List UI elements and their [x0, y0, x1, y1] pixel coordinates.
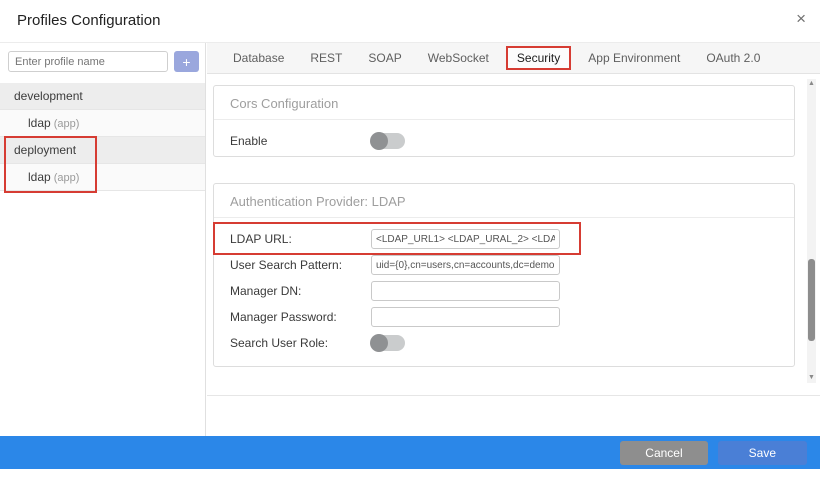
ldap-url-label: LDAP URL:: [230, 232, 371, 246]
manager-dn-row: Manager DN:: [230, 278, 778, 304]
sidebar-item-deployment[interactable]: deployment: [0, 137, 205, 164]
ldap-provider-section: Authentication Provider: LDAP LDAP URL: …: [213, 183, 795, 367]
tab-oauth[interactable]: OAuth 2.0: [693, 51, 773, 65]
cancel-button[interactable]: Cancel: [620, 441, 707, 465]
sidebar-item-development[interactable]: development: [0, 83, 205, 110]
sidebar-item-ldap-deployment[interactable]: ldap(app): [0, 164, 205, 191]
sidebar-item-ldap-development[interactable]: ldap(app): [0, 110, 205, 137]
sidebar-item-suffix: (app): [54, 172, 80, 184]
tab-database[interactable]: Database: [220, 51, 297, 65]
sidebar-item-suffix: (app): [54, 118, 80, 130]
profiles-sidebar: + development ldap(app) deployment ldap(…: [0, 43, 206, 437]
scroll-up-icon[interactable]: ▲: [807, 79, 816, 89]
cors-enable-toggle[interactable]: [371, 133, 405, 149]
scroll-down-icon[interactable]: ▼: [807, 373, 816, 383]
save-button[interactable]: Save: [718, 441, 807, 465]
ldap-url-row: LDAP URL:: [230, 226, 778, 252]
manager-password-label: Manager Password:: [230, 310, 371, 324]
manager-password-row: Manager Password:: [230, 304, 778, 330]
ldap-section-title: Authentication Provider: LDAP: [214, 184, 794, 218]
sidebar-item-label: development: [14, 89, 83, 103]
cors-enable-label: Enable: [230, 134, 371, 148]
cors-section-title: Cors Configuration: [214, 86, 794, 120]
user-search-pattern-row: User Search Pattern:: [230, 252, 778, 278]
tab-websocket[interactable]: WebSocket: [415, 51, 502, 65]
tab-security[interactable]: Security: [506, 46, 571, 70]
manager-dn-input[interactable]: [371, 281, 560, 301]
toggle-knob: [370, 132, 388, 150]
cors-configuration-section: Cors Configuration Enable: [213, 85, 795, 157]
scrollbar-thumb[interactable]: [808, 259, 815, 341]
configuration-tabbar: Database REST SOAP WebSocket Security Ap…: [207, 43, 820, 74]
tab-soap[interactable]: SOAP: [355, 51, 414, 65]
search-user-role-row: Search User Role:: [230, 330, 778, 356]
search-user-role-label: Search User Role:: [230, 336, 371, 350]
manager-dn-label: Manager DN:: [230, 284, 371, 298]
add-profile-button[interactable]: +: [174, 51, 199, 72]
content-scrollbar[interactable]: ▲ ▼: [807, 79, 816, 383]
manager-password-input[interactable]: [371, 307, 560, 327]
toggle-knob: [370, 334, 388, 352]
dialog-header: Profiles Configuration ×: [0, 0, 820, 43]
search-user-role-toggle[interactable]: [371, 335, 405, 351]
close-icon[interactable]: ×: [796, 10, 806, 27]
dialog-footer: Cancel Save: [0, 436, 820, 469]
tab-app-environment[interactable]: App Environment: [575, 51, 693, 65]
user-search-pattern-input[interactable]: [371, 255, 560, 275]
security-tab-content: Cors Configuration Enable Authentication…: [207, 74, 820, 396]
dialog-title: Profiles Configuration: [17, 12, 160, 29]
sidebar-item-label: ldap: [28, 116, 51, 130]
sidebar-item-label: deployment: [14, 143, 76, 157]
profiles-configuration-dialog: Profiles Configuration × + development l…: [0, 0, 820, 480]
tab-rest[interactable]: REST: [297, 51, 355, 65]
sidebar-item-label: ldap: [28, 170, 51, 184]
profile-name-input[interactable]: [8, 51, 168, 72]
ldap-url-input[interactable]: [371, 229, 560, 249]
user-search-pattern-label: User Search Pattern:: [230, 258, 371, 272]
profile-list: development ldap(app) deployment ldap(ap…: [0, 83, 205, 191]
